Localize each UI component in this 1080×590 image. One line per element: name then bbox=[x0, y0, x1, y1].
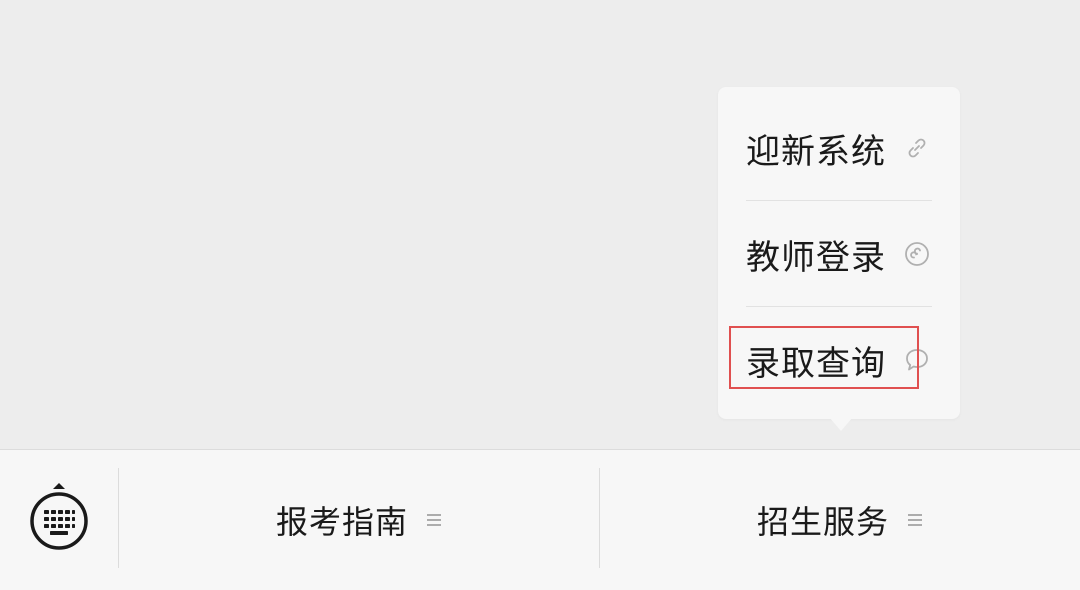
keyboard-toggle-button[interactable] bbox=[0, 450, 118, 590]
popup-pointer-arrow bbox=[829, 417, 853, 431]
bottom-menu-admission-service[interactable]: 招生服务 bbox=[600, 450, 1080, 590]
menu-lines-icon bbox=[426, 512, 442, 528]
mini-program-icon bbox=[904, 241, 930, 267]
submenu-item-admission-query[interactable]: 录取查询 bbox=[746, 307, 932, 413]
submenu-popup: 迎新系统 教师登录 录取查询 bbox=[718, 87, 960, 419]
menu-lines-icon bbox=[907, 512, 923, 528]
bottom-menu-label: 招生服务 bbox=[756, 503, 889, 541]
submenu-item-label: 教师登录 bbox=[746, 237, 886, 278]
link-icon bbox=[904, 135, 930, 161]
bottom-menu-bar: 报考指南 招生服务 bbox=[0, 449, 1080, 590]
submenu-item-label: 录取查询 bbox=[746, 343, 886, 384]
chat-bubble-icon bbox=[904, 347, 930, 373]
keyboard-icon bbox=[28, 483, 90, 557]
submenu-item-welcome-system[interactable]: 迎新系统 bbox=[746, 95, 932, 201]
submenu-item-teacher-login[interactable]: 教师登录 bbox=[746, 201, 932, 307]
bottom-menu-label: 报考指南 bbox=[275, 503, 408, 541]
bottom-menu-exam-guide[interactable]: 报考指南 bbox=[119, 450, 599, 590]
submenu-item-label: 迎新系统 bbox=[746, 131, 886, 172]
